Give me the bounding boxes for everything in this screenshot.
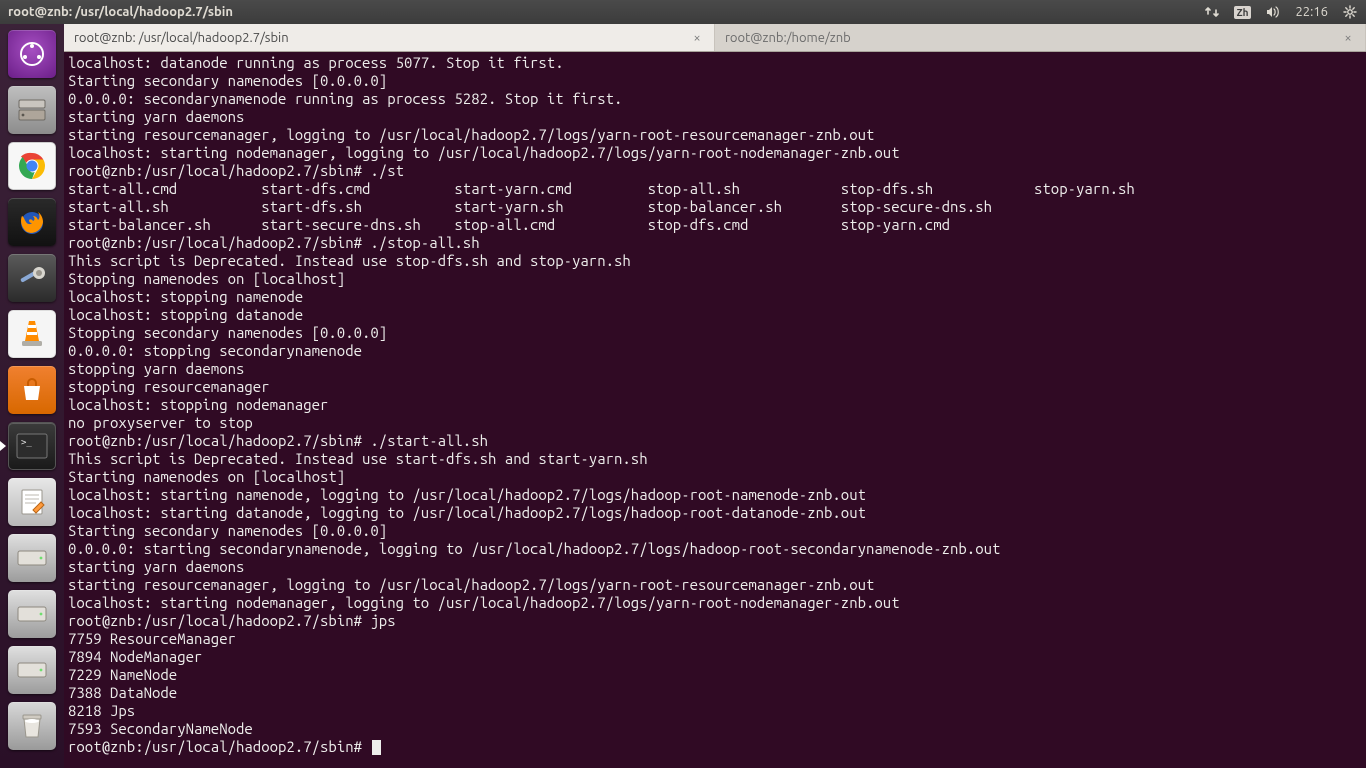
launcher-vlc[interactable] <box>6 308 58 360</box>
tab-title: root@znb: /usr/local/hadoop2.7/sbin <box>74 31 690 45</box>
system-tray: Zh 22:16 <box>1204 4 1358 20</box>
launcher-firefox[interactable] <box>6 196 58 248</box>
top-menu-bar: root@znb: /usr/local/hadoop2.7/sbin Zh 2… <box>0 0 1366 24</box>
launcher-chrome[interactable] <box>6 140 58 192</box>
sound-icon[interactable] <box>1265 4 1281 20</box>
launcher-text-editor[interactable] <box>6 476 58 528</box>
svg-text:>_: >_ <box>21 438 32 448</box>
gear-icon[interactable] <box>1342 4 1358 20</box>
launcher-disk-1[interactable] <box>6 532 58 584</box>
launcher-dash[interactable] <box>6 28 58 80</box>
terminal-tab-active[interactable]: root@znb: /usr/local/hadoop2.7/sbin × <box>64 24 715 51</box>
launcher-terminal[interactable]: >_ <box>6 420 58 472</box>
clock[interactable]: 22:16 <box>1295 5 1328 19</box>
terminal-tab-bar: root@znb: /usr/local/hadoop2.7/sbin × ro… <box>64 24 1366 52</box>
launcher-disk-2[interactable] <box>6 588 58 640</box>
terminal-cursor <box>372 740 381 755</box>
input-method-indicator[interactable]: Zh <box>1234 6 1252 19</box>
tab-title: root@znb:/home/znb <box>725 31 1341 45</box>
launcher-trash[interactable] <box>6 700 58 752</box>
terminal-output[interactable]: localhost: datanode running as process 5… <box>64 52 1366 768</box>
terminal-window: root@znb: /usr/local/hadoop2.7/sbin × ro… <box>64 24 1366 768</box>
close-icon[interactable]: × <box>1341 31 1355 45</box>
network-icon[interactable] <box>1204 4 1220 20</box>
launcher-software-center[interactable] <box>6 364 58 416</box>
launcher-media-tool[interactable] <box>6 252 58 304</box>
launcher-disk-3[interactable] <box>6 644 58 696</box>
close-icon[interactable]: × <box>690 31 704 45</box>
unity-launcher: >_ <box>0 24 64 768</box>
terminal-tab-inactive[interactable]: root@znb:/home/znb × <box>715 24 1366 51</box>
launcher-files[interactable] <box>6 84 58 136</box>
window-title: root@znb: /usr/local/hadoop2.7/sbin <box>8 5 1204 19</box>
